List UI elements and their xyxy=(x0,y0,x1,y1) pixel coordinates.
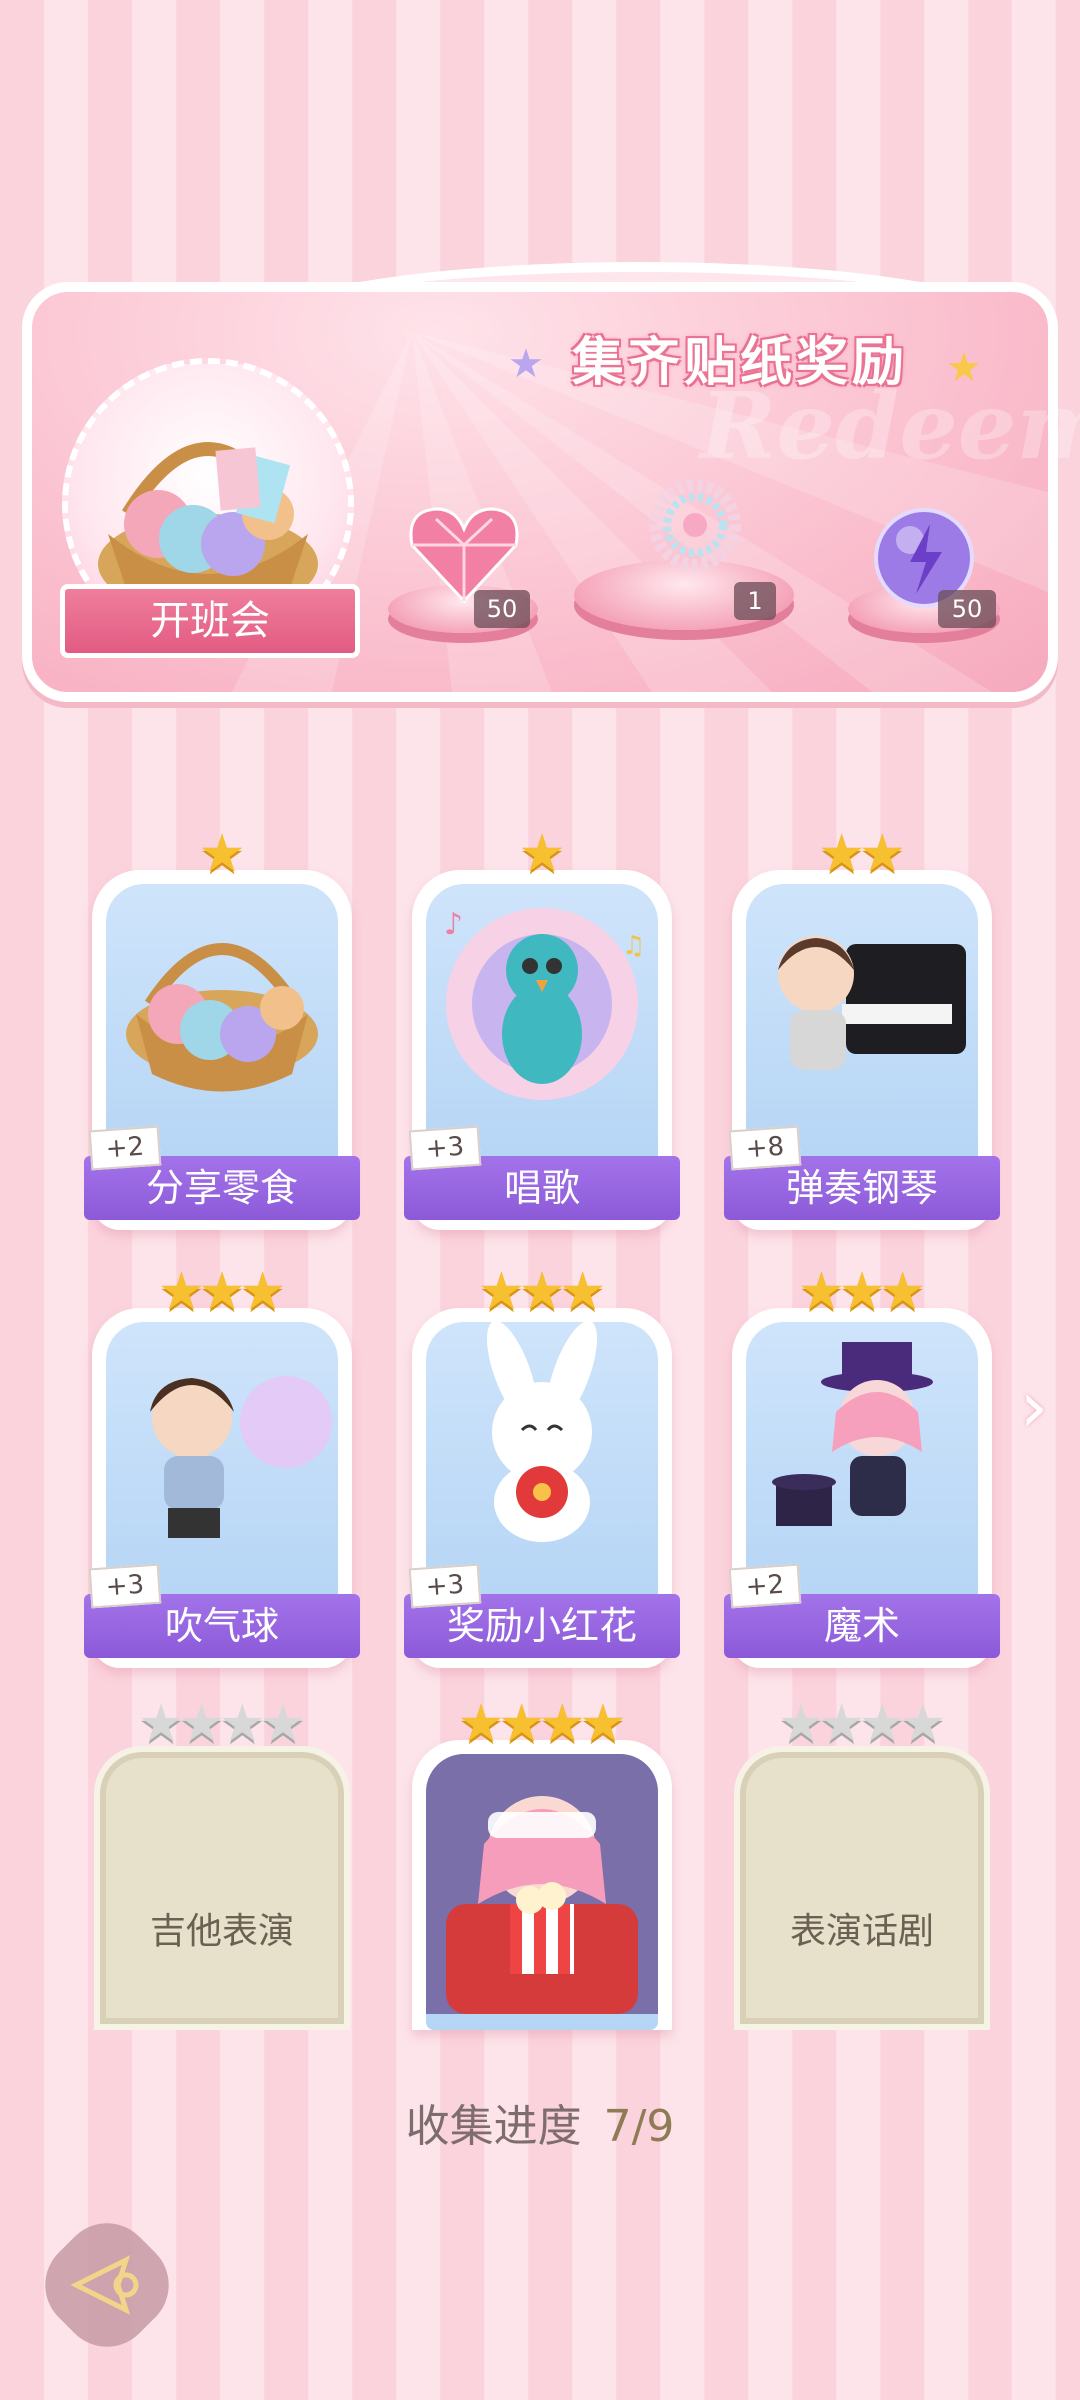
star-rating: ★★ xyxy=(732,824,992,884)
next-page-arrow[interactable]: › xyxy=(1020,1372,1068,1442)
star-rating: ★★★ xyxy=(412,1262,672,1322)
star-icon: ★ xyxy=(137,1694,185,1754)
star-icon: ★ xyxy=(579,1694,627,1754)
back-arrow-icon xyxy=(70,2255,139,2315)
star-icon: ★ xyxy=(539,1694,586,1754)
singing-peacock-icon: ♪♫ xyxy=(444,907,645,1100)
reward-count: 1 xyxy=(734,582,776,620)
star-icon: ★ xyxy=(777,1694,825,1754)
star-icon: ★ xyxy=(879,1262,926,1322)
star-rating: ★★★ xyxy=(92,1262,352,1322)
star-icon: ★ xyxy=(457,1694,505,1754)
star-icon: ★ xyxy=(518,824,566,884)
banner-title: 集齐贴纸奖励 xyxy=(571,333,908,393)
star-icon: ★ xyxy=(178,1694,225,1754)
locked-sticker-card[interactable]: 吉他表演 xyxy=(94,1746,350,2030)
sticker-card[interactable]: 奖励小红花 +3 xyxy=(404,1308,680,1668)
balloon-boy-icon xyxy=(150,1376,332,1538)
sticker-card[interactable]: ♪ ♫ 唱歌 +3 xyxy=(404,870,680,1230)
sticker-card[interactable]: 吹气球 +3 xyxy=(84,1308,360,1668)
sticker-bonus: +2 xyxy=(88,1125,162,1171)
sticker-name: 吉他表演 xyxy=(149,1911,294,1952)
magician-girl-icon xyxy=(772,1342,933,1526)
sticker-artwork xyxy=(426,1754,658,2030)
sticker-bonus: +2 xyxy=(728,1563,802,1609)
star-rating: ★ xyxy=(92,824,352,884)
sticker-bonus: +3 xyxy=(408,1563,482,1609)
star-icon: ★ xyxy=(478,1262,525,1322)
reward-count: 50 xyxy=(938,590,996,628)
star-icon: ★ xyxy=(818,1694,865,1754)
sticker-card[interactable]: 分享零食 +2 xyxy=(84,870,360,1230)
star-icon: ★ xyxy=(818,824,865,884)
gold-star-icon: ★ xyxy=(946,345,982,391)
collection-progress: 收集进度 7/9 xyxy=(0,2090,1080,2154)
star-icon: ★ xyxy=(838,1262,886,1322)
star-icon: ★ xyxy=(498,1694,545,1754)
star-icon: ★ xyxy=(899,1694,947,1754)
star-icon: ★ xyxy=(559,1262,606,1322)
sticker-card[interactable]: 魔术 +2 xyxy=(724,1308,1000,1668)
reward-count: 50 xyxy=(474,590,530,628)
locked-sticker-card[interactable]: 表演话剧 xyxy=(734,1746,990,2030)
star-rating: ★★★★ xyxy=(412,1694,672,1754)
star-icon: ★ xyxy=(859,1694,906,1754)
star-icon: ★ xyxy=(518,1262,566,1322)
star-rating: ★ xyxy=(412,824,672,884)
star-icon: ★ xyxy=(259,1694,307,1754)
event-label: 开班会 xyxy=(60,584,360,658)
star-icon: ★ xyxy=(158,1262,205,1322)
progress-value: 7/9 xyxy=(603,2101,675,2152)
star-icon: ★ xyxy=(198,824,246,884)
popcorn-girl-icon xyxy=(426,1754,658,2014)
sticker-bonus: +3 xyxy=(408,1125,482,1171)
star-icon: ★ xyxy=(219,1694,266,1754)
piano-boy-icon xyxy=(778,936,966,1070)
progress-label: 收集进度 xyxy=(405,2101,582,2152)
sticker-name: 表演话剧 xyxy=(789,1911,934,1952)
sticker-card[interactable] xyxy=(412,1740,672,2030)
svg-text:♫: ♫ xyxy=(622,931,645,961)
snack-basket-icon xyxy=(126,943,318,1092)
star-icon: ★ xyxy=(859,824,906,884)
sticker-bonus: +3 xyxy=(88,1563,162,1609)
star-rating: ★★★★ xyxy=(732,1694,992,1754)
star-rating: ★★★★ xyxy=(92,1694,352,1754)
star-icon: ★ xyxy=(239,1262,286,1322)
purple-star-icon: ★ xyxy=(508,341,544,387)
bunny-red-flower-icon xyxy=(486,1322,598,1542)
star-icon: ★ xyxy=(798,1262,845,1322)
svg-text:♪: ♪ xyxy=(444,907,463,942)
sticker-card[interactable]: 弹奏钢琴 +8 xyxy=(724,870,1000,1230)
star-rating: ★★★ xyxy=(732,1262,992,1322)
pearl-bracelet-icon xyxy=(649,479,741,571)
star-icon: ★ xyxy=(198,1262,246,1322)
sticker-bonus: +8 xyxy=(728,1125,802,1171)
